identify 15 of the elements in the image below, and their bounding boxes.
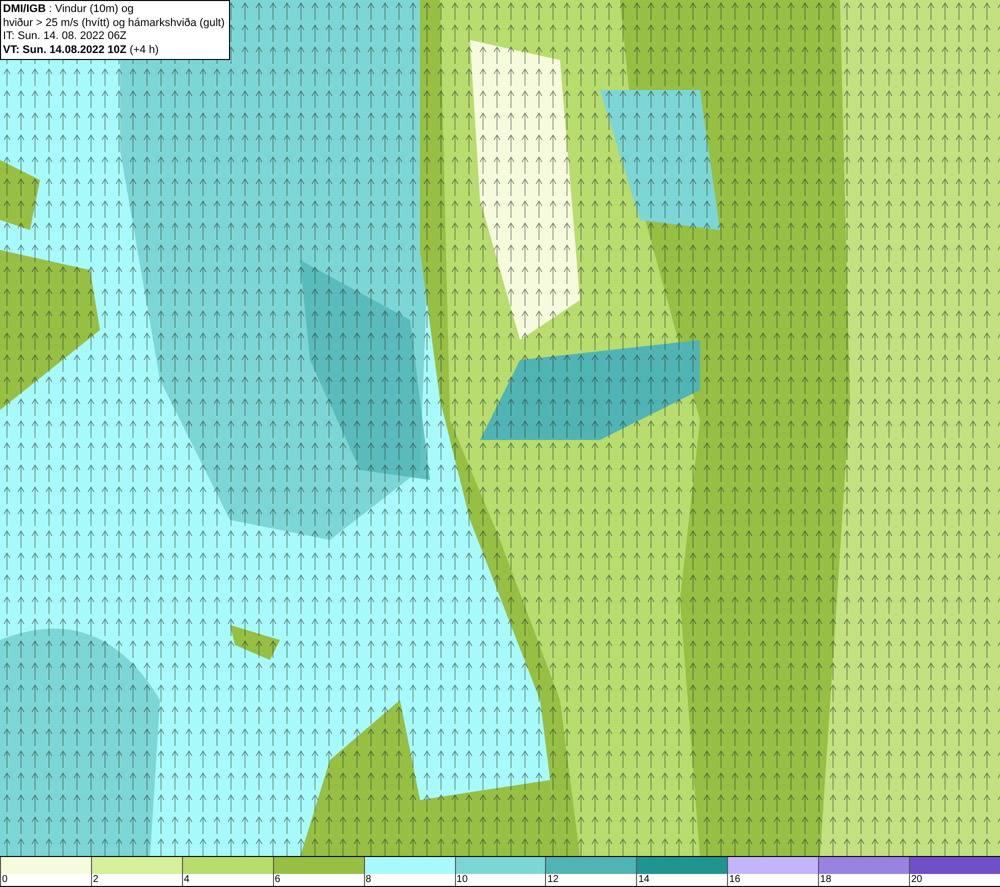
legend-tick: 18 — [819, 874, 832, 885]
header-line: VT: Sun. 14.08.2022 10Z (+4 h) — [3, 44, 160, 57]
legend-tick: 6 — [274, 874, 280, 885]
legend-tick: 12 — [546, 874, 559, 885]
legend-tick: 16 — [728, 874, 740, 885]
legend-tick: 10 — [456, 874, 468, 885]
header-line: DMI/IGB : Vindur (10m) og — [3, 3, 135, 16]
legend-tick: 4 — [182, 874, 190, 885]
legend-tick: 14 — [637, 874, 650, 885]
legend-tick: 0 — [1, 874, 8, 885]
legend-tick: 2 — [92, 874, 98, 885]
legend-tick: 20 — [910, 874, 922, 885]
header-line: hviður > 25 m/s (hvítt) og hámarkshviða (gult) — [3, 16, 225, 30]
header-line: IT: Sun. 14. 08. 2022 06Z — [3, 30, 128, 44]
legend-tick: 8 — [364, 874, 372, 885]
